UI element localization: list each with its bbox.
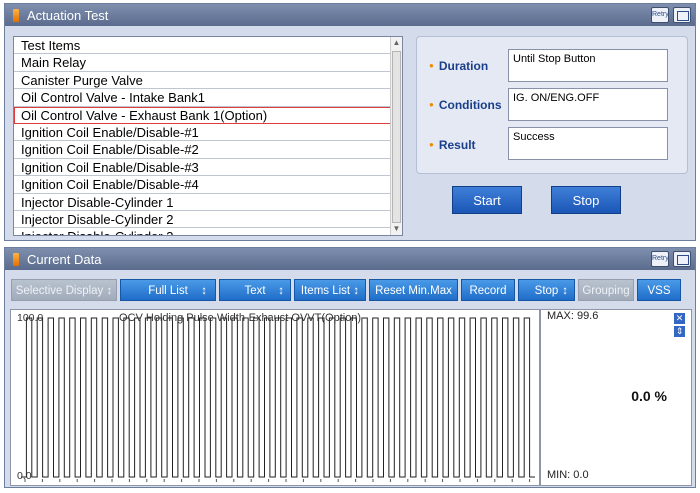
scroll-up-icon[interactable]: ▲ [391,37,402,49]
stop-graph-button[interactable]: Stop ↕ [518,279,575,301]
list-item[interactable]: Injector Disable-Cylinder 3 [14,228,391,235]
current-value: 0.0 % [631,388,667,404]
window-icon[interactable] [673,7,691,23]
list-item[interactable]: Canister Purge Valve [14,72,391,90]
stop-graph-label: Stop [534,285,559,297]
panel-marker-icon [13,8,19,22]
full-list-label: Full List [148,285,188,297]
series-line [21,317,535,478]
test-items-list[interactable]: Test Items Main Relay Canister Purge Valve… [13,36,403,236]
current-data-title: Current Data [27,251,102,267]
list-header: Test Items [14,37,391,55]
list-item[interactable]: Injector Disable-Cylinder 1 [14,194,391,211]
actuation-test-title: Actuation Test [27,7,109,23]
conditions-label: Conditions [429,98,502,112]
test-info-box: Duration Until Stop Button Conditions IG… [416,36,688,174]
window-icon[interactable] [673,251,691,267]
conditions-value: IG. ON/ENG.OFF [508,88,668,121]
duration-value: Until Stop Button [508,49,668,82]
graph-title: OCV Holding Pulse Width-Exhaust OVVT(Opt… [119,312,361,324]
actuation-test-panel: Actuation Test Retry Test Items Main Rela… [4,3,696,241]
current-data-toolbar: Selective Display ↕ Full List ↕ Text ↕ I… [11,279,681,301]
panel-marker-icon [13,252,19,266]
list-item[interactable]: Ignition Coil Enable/Disable-#4 [14,176,391,194]
text-button[interactable]: Text ↕ [219,279,291,301]
list-item[interactable]: Injector Disable-Cylinder 2 [14,211,391,229]
text-label: Text [244,285,266,297]
full-list-button[interactable]: Full List ↕ [120,279,216,301]
result-value: Success [508,127,668,160]
retry-icon[interactable]: Retry [651,251,669,267]
spinner-icon: ↕ [562,285,568,297]
current-data-panel: Current Data Retry Selective Display ↕ F… [4,247,696,488]
retry-icon[interactable]: Retry [651,7,669,23]
list-item[interactable]: Oil Control Valve - Exhaust Bank 1(Optio… [14,106,391,124]
min-readout: MIN: 0.0 [547,469,589,481]
scroll-down-icon[interactable]: ▼ [391,223,402,235]
current-data-titlebar: Current Data Retry [5,248,695,270]
max-readout: MAX: 99.6 [547,310,599,322]
items-list-button[interactable]: Items List ↕ [294,279,366,301]
graph-svg: 100.0 0.0 OCV Holding Pulse Width-Exhaus… [17,312,535,482]
actuation-test-titlebar: Actuation Test Retry [5,4,695,26]
list-item[interactable]: Ignition Coil Enable/Disable-#1 [14,124,391,142]
scroll-thumb[interactable] [392,51,401,223]
selective-display-button[interactable]: Selective Display ↕ [11,279,117,301]
stop-button[interactable]: Stop [551,186,621,214]
pulse-width-graph: 100.0 0.0 OCV Holding Pulse Width-Exhaus… [10,309,540,486]
record-button[interactable]: Record [461,279,515,301]
list-item[interactable]: Ignition Coil Enable/Disable-#3 [14,159,391,177]
duration-label: Duration [429,59,488,73]
y-min-label: 0.0 [17,470,32,482]
graph-side-panel: MAX: 99.6 ✕ ⇕ 0.0 % MIN: 0.0 [540,309,692,486]
list-item[interactable]: Main Relay [14,54,391,72]
updown-icon[interactable]: ⇕ [674,326,685,337]
list-item[interactable]: Ignition Coil Enable/Disable-#2 [14,141,391,159]
start-button[interactable]: Start [452,186,522,214]
y-max-label: 100.0 [17,312,43,324]
reset-minmax-button[interactable]: Reset Min.Max [369,279,458,301]
result-label: Result [429,138,476,152]
spinner-icon: ↕ [201,285,207,297]
spinner-icon: ↕ [278,285,284,297]
grouping-button[interactable]: Grouping [578,279,634,301]
list-item[interactable]: Oil Control Valve - Intake Bank1 [14,89,391,107]
vss-button[interactable]: VSS [637,279,681,301]
test-items-scrollbar[interactable]: ▲ ▼ [390,37,402,235]
close-icon[interactable]: ✕ [674,313,685,324]
